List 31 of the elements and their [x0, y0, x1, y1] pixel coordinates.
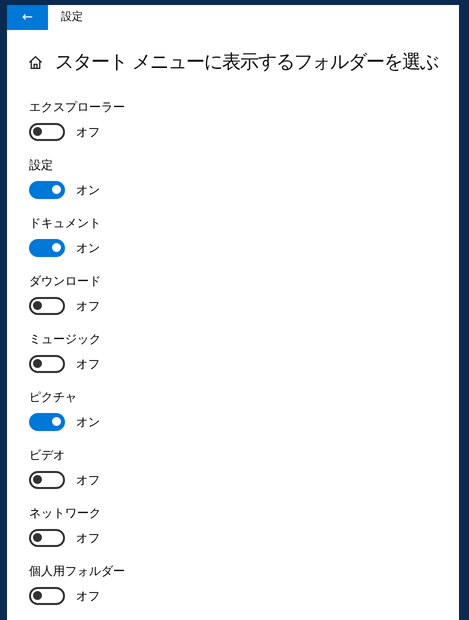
- toggle-label: ビデオ: [29, 446, 66, 462]
- toggle-state-text: オフ: [76, 588, 100, 604]
- toggle-label: 個人用フォルダー: [29, 562, 126, 578]
- home-icon[interactable]: [28, 54, 43, 70]
- toggle-switch[interactable]: [29, 354, 65, 372]
- toggle-switch[interactable]: [29, 528, 65, 546]
- toggle-switch[interactable]: [29, 470, 65, 488]
- toggle-label: ダウンロード: [29, 272, 102, 288]
- toggle-state-text: オフ: [76, 298, 100, 314]
- toggle-switch[interactable]: [29, 412, 65, 430]
- toggle-switch[interactable]: [29, 296, 65, 314]
- toggle-label: 設定: [29, 156, 54, 172]
- toggle-label: ミュージック: [29, 330, 102, 346]
- toggle-label: ドキュメント: [29, 214, 102, 230]
- toggle-switch[interactable]: [29, 180, 65, 198]
- toggle-switch[interactable]: [29, 586, 65, 604]
- toggle-state-text: オフ: [76, 472, 100, 488]
- toggle-label: ピクチャ: [29, 388, 78, 404]
- toggle-state-text: オフ: [76, 356, 100, 372]
- page-title: スタート メニューに表示するフォルダーを選ぶ: [55, 50, 438, 75]
- toggle-label: エクスプローラー: [29, 98, 126, 114]
- toggle-state-text: オフ: [76, 530, 100, 546]
- toggle-state-text: オン: [76, 182, 100, 198]
- toggle-state-text: オフ: [76, 124, 100, 140]
- toggle-switch[interactable]: [29, 238, 65, 256]
- back-button[interactable]: ←: [7, 5, 48, 30]
- toggle-state-text: オン: [76, 240, 100, 256]
- toggle-switch[interactable]: [29, 122, 65, 140]
- window-title: 設定: [61, 9, 83, 26]
- toggle-label: ネットワーク: [29, 504, 102, 520]
- toggle-state-text: オン: [76, 414, 100, 430]
